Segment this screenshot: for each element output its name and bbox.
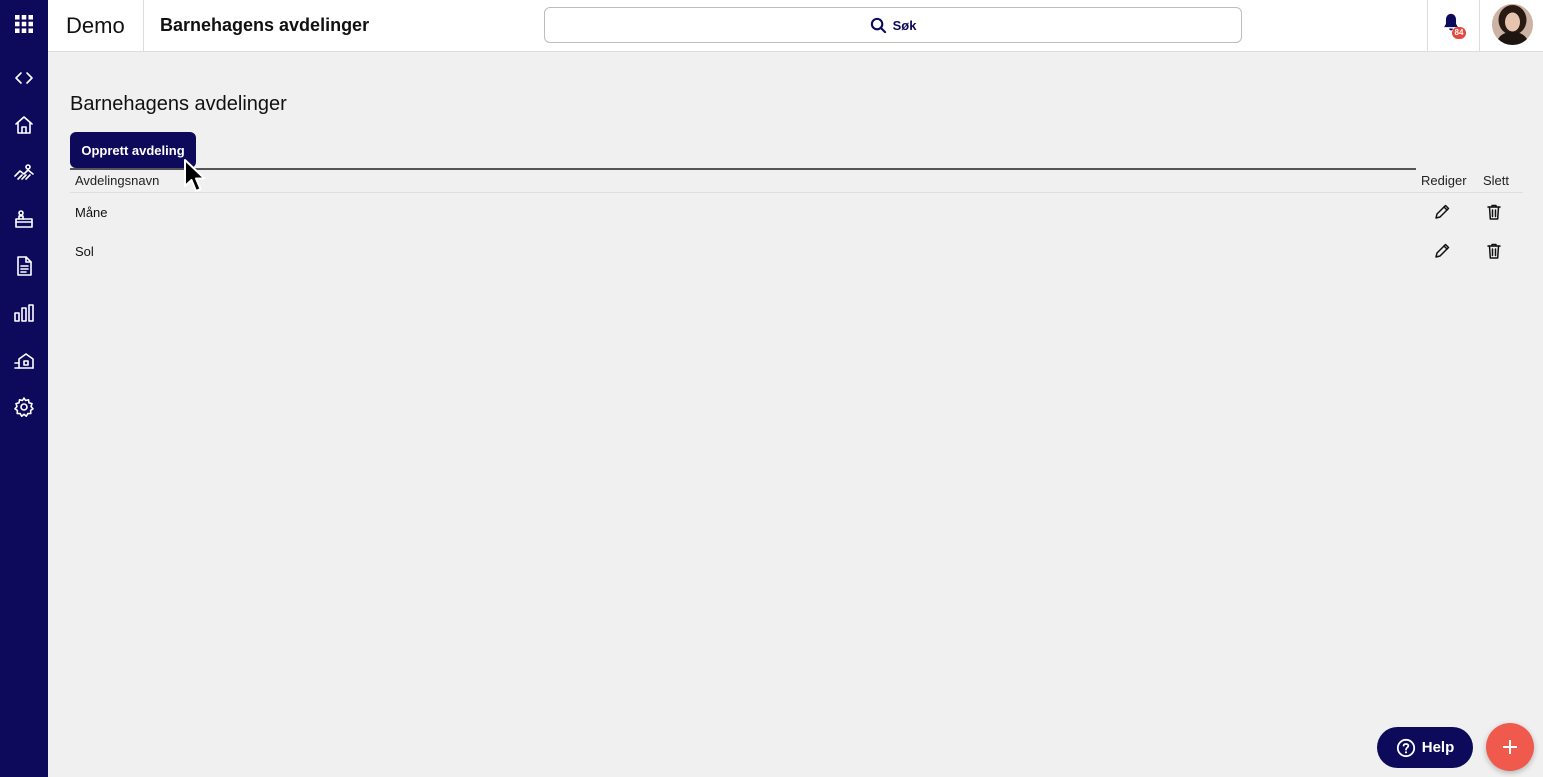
header-rule xyxy=(70,168,1416,170)
pencil-icon xyxy=(1435,243,1450,258)
delete-button[interactable] xyxy=(1483,240,1505,262)
trash-icon xyxy=(1487,243,1501,259)
document-icon[interactable] xyxy=(0,246,48,286)
table-row-name: Måne xyxy=(75,205,108,220)
table-divider xyxy=(70,192,1523,193)
header-divider xyxy=(143,0,144,51)
help-label: Help xyxy=(1421,739,1455,756)
brand-name[interactable]: Demo xyxy=(66,0,125,51)
trash-icon xyxy=(1487,204,1501,220)
column-header-name: Avdelingsnavn xyxy=(75,173,160,188)
edit-button[interactable] xyxy=(1431,201,1453,223)
create-department-button[interactable]: Opprett avdeling xyxy=(70,132,196,168)
plus-icon xyxy=(1503,740,1517,754)
search-icon xyxy=(870,17,886,33)
classroom-icon[interactable] xyxy=(0,199,48,239)
column-header-edit: Rediger xyxy=(1421,173,1467,188)
home-icon[interactable] xyxy=(0,105,48,145)
question-circle-icon xyxy=(1396,738,1415,757)
building-icon[interactable] xyxy=(0,340,48,380)
page-title: Barnehagens avdelinger xyxy=(70,93,287,115)
header-divider xyxy=(1479,0,1480,51)
notifications-button[interactable]: 84 xyxy=(1440,12,1468,40)
pencil-icon xyxy=(1435,204,1450,219)
add-fab-button[interactable] xyxy=(1486,723,1534,771)
header-title: Barnehagens avdelinger xyxy=(160,15,370,35)
apps-grid-icon[interactable] xyxy=(0,4,48,44)
help-button[interactable]: Help xyxy=(1377,727,1473,768)
top-header: Demo Barnehagens avdelinger Søk 84 xyxy=(48,0,1543,52)
bar-chart-icon[interactable] xyxy=(0,293,48,333)
notification-count-badge: 84 xyxy=(1452,27,1466,39)
search-input[interactable]: Søk xyxy=(544,7,1242,43)
delete-button[interactable] xyxy=(1483,201,1505,223)
edit-button[interactable] xyxy=(1431,240,1453,262)
search-label: Søk xyxy=(892,17,917,33)
gear-icon[interactable] xyxy=(0,387,48,427)
column-header-delete: Slett xyxy=(1483,173,1510,188)
avatar[interactable] xyxy=(1492,4,1533,45)
code-brackets-icon[interactable] xyxy=(0,58,48,98)
table-row-name: Sol xyxy=(75,244,94,259)
header-divider xyxy=(1427,0,1428,51)
sidebar xyxy=(0,0,48,777)
hands-icon[interactable] xyxy=(0,152,48,192)
